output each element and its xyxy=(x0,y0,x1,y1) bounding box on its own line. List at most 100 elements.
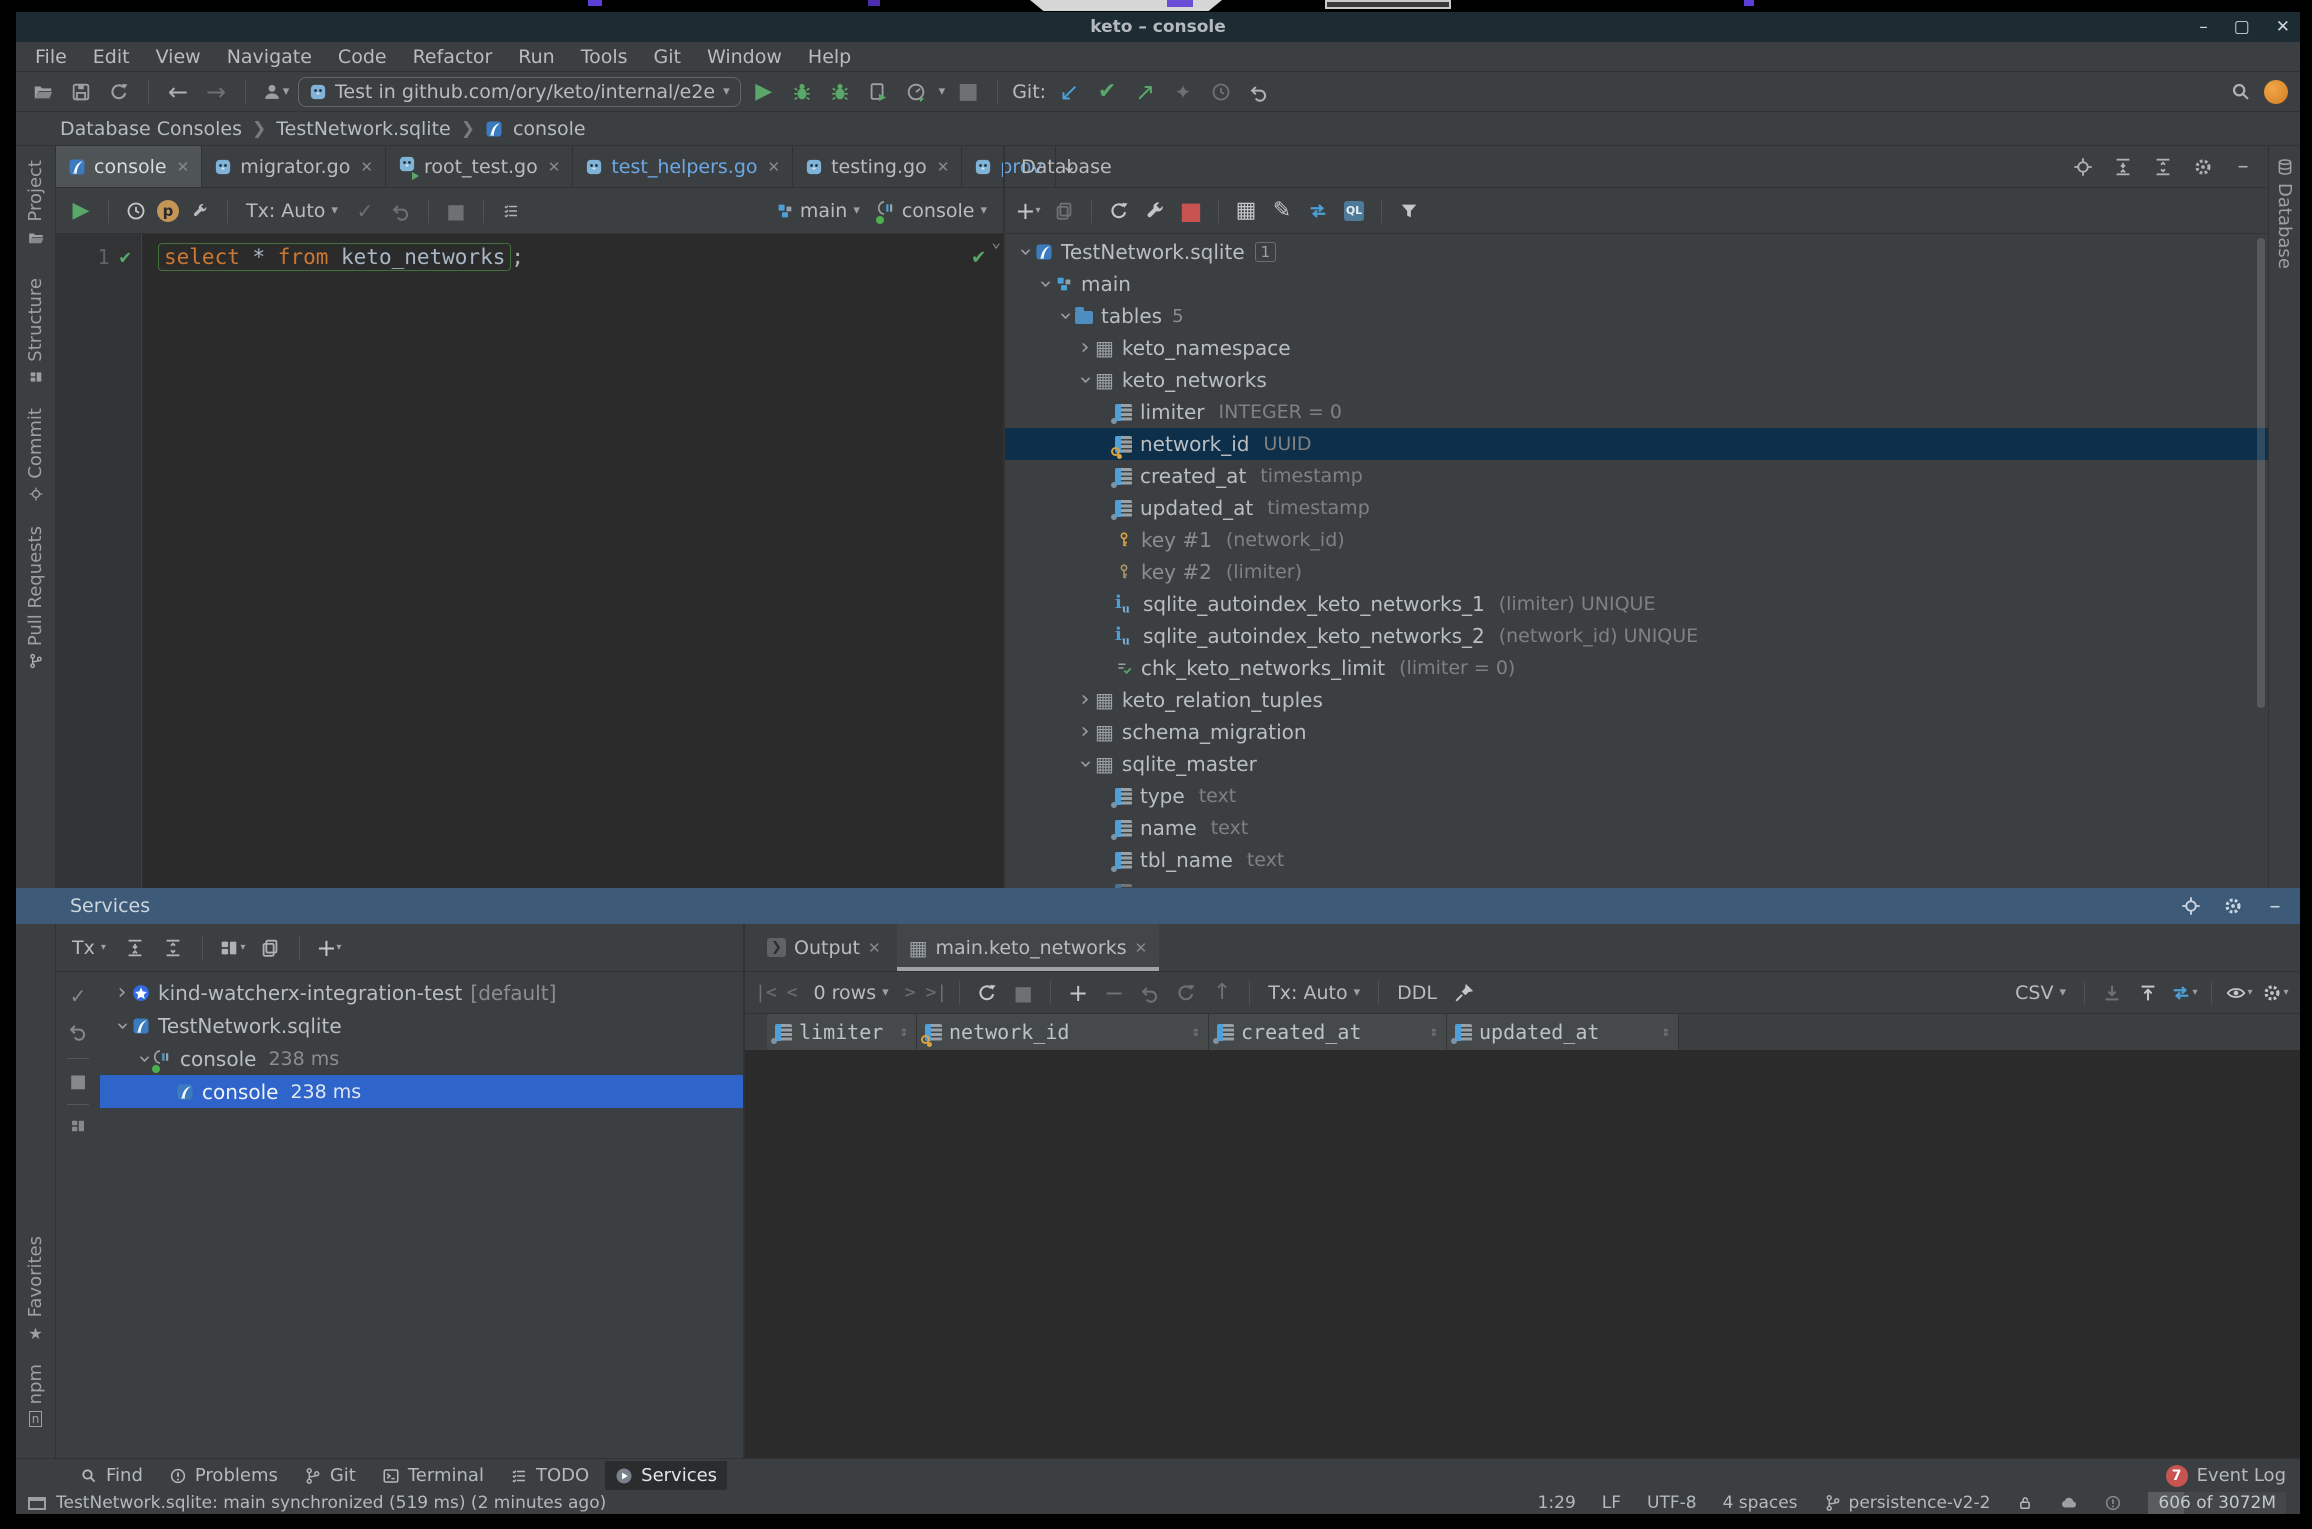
submit-icon[interactable] xyxy=(1171,978,1201,1008)
menu-code[interactable]: Code xyxy=(325,42,400,71)
tx-mode-select[interactable]: Tx: Auto ▾ xyxy=(1262,982,1366,1004)
git-rollback-icon[interactable] xyxy=(1244,77,1274,107)
tree-row-main[interactable]: › main xyxy=(1005,268,2268,300)
close-icon[interactable]: ✕ xyxy=(177,158,190,176)
status-item-4-spaces[interactable]: 4 spaces xyxy=(1723,1493,1798,1513)
chevron-icon[interactable]: › xyxy=(112,981,132,1003)
stop-icon[interactable]: ■ xyxy=(1008,978,1038,1008)
first-page-icon[interactable]: |< xyxy=(755,982,777,1003)
export-format-select[interactable]: CSV ▾ xyxy=(2009,982,2072,1004)
hide-panel-icon[interactable]: – xyxy=(2260,891,2290,921)
service-row-kind-watcherx-integration-test[interactable]: › kind-watcherx-integration-test [default] xyxy=(100,976,743,1009)
sidebar-item-structure[interactable]: Structure xyxy=(16,278,55,385)
service-row-console[interactable]: › console 238 ms xyxy=(100,1042,743,1075)
close-icon[interactable]: ✕ xyxy=(937,158,950,176)
column-header-created_at[interactable]: created_at ⇕ xyxy=(1209,1014,1447,1050)
layout-icon[interactable] xyxy=(69,1117,87,1139)
open-in-new-tab-icon[interactable] xyxy=(255,933,285,963)
scrollbar-thumb[interactable] xyxy=(2257,238,2265,708)
toolwindow-button-todo[interactable]: TODO xyxy=(500,1461,599,1490)
gear-icon[interactable] xyxy=(2218,891,2248,921)
git-commit-icon[interactable]: ✔ xyxy=(1092,77,1122,107)
chevron-icon[interactable]: › xyxy=(110,1016,135,1036)
profile-avatar[interactable] xyxy=(2264,79,2288,104)
pin-icon[interactable] xyxy=(1449,978,1479,1008)
run-with-profiler-icon[interactable] xyxy=(901,77,931,107)
tree-row-network_id[interactable]: ›network_idUUID xyxy=(1005,428,2268,460)
breadcrumb-console[interactable]: console xyxy=(513,118,586,140)
add-row-icon[interactable]: + xyxy=(1063,978,1093,1008)
menu-view[interactable]: View xyxy=(143,42,214,71)
tree-row-limiter[interactable]: ›limiterINTEGER = 0 xyxy=(1005,396,2268,428)
service-row-TestNetwork-sqlite[interactable]: › TestNetwork.sqlite xyxy=(100,1009,743,1042)
menu-window[interactable]: Window xyxy=(694,42,795,71)
column-header-limiter[interactable]: limiter ⇕ xyxy=(767,1014,917,1050)
sort-icon[interactable]: ⇕ xyxy=(1430,1024,1438,1040)
group-by-icon[interactable]: ▾ xyxy=(217,933,247,963)
commit-check-icon[interactable]: ✓ xyxy=(70,984,87,1008)
locate-icon[interactable] xyxy=(2068,152,2098,182)
delete-row-icon[interactable]: − xyxy=(1099,978,1129,1008)
run-icon[interactable]: ▶ xyxy=(749,77,779,107)
download-icon[interactable] xyxy=(2097,978,2127,1008)
ddl-button[interactable]: DDL xyxy=(1391,982,1443,1004)
tab-testing-go[interactable]: testing.go ✕ xyxy=(793,146,963,187)
menu-file[interactable]: File xyxy=(22,42,80,71)
close-icon[interactable]: ✕ xyxy=(548,158,561,176)
close-icon[interactable]: ✕ xyxy=(768,158,781,176)
sort-icon[interactable]: ⇕ xyxy=(900,1024,908,1040)
sidebar-item-commit[interactable]: Commit xyxy=(16,408,55,502)
grid-data-area[interactable] xyxy=(745,1050,2300,1458)
chevron-right-icon[interactable]: › xyxy=(1075,337,1095,359)
sync-arrows-icon[interactable] xyxy=(1303,196,1333,226)
column-header-updated_at[interactable]: updated_at ⇕ xyxy=(1447,1014,1679,1050)
prev-page-icon[interactable]: < xyxy=(787,982,798,1003)
reload-icon[interactable] xyxy=(972,978,1002,1008)
status-item-UTF-8[interactable]: UTF-8 xyxy=(1647,1493,1697,1513)
tab-Output[interactable]: ❯ Output ✕ xyxy=(755,924,893,971)
tree-row-key-1[interactable]: ›key #1(network_id) xyxy=(1005,524,2268,556)
toolwindow-button-find[interactable]: Find xyxy=(70,1461,153,1490)
tab-main-keto_networks[interactable]: ▦ main.keto_networks ✕ xyxy=(896,924,1160,971)
hide-panel-icon[interactable]: – xyxy=(2228,152,2258,182)
git-history-icon[interactable] xyxy=(1206,77,1236,107)
minimize-icon[interactable]: – xyxy=(2199,17,2208,37)
collapse-all-icon[interactable] xyxy=(158,933,188,963)
commit-check-icon[interactable]: ✓ xyxy=(350,196,380,226)
locate-icon[interactable] xyxy=(2176,891,2206,921)
chevron-right-icon[interactable]: › xyxy=(1075,721,1095,743)
tree-row-created_at[interactable]: ›created_attimestamp xyxy=(1005,460,2268,492)
tree-row-key-2[interactable]: ›key #2(limiter) xyxy=(1005,556,2268,588)
tree-row-sqlite_autoindex_keto_networks_1[interactable]: ›iusqlite_autoindex_keto_networks_1(limi… xyxy=(1005,588,2268,620)
settings-wrench-icon[interactable] xyxy=(185,196,215,226)
tree-row-sqlite_autoindex_keto_networks_2[interactable]: ›iusqlite_autoindex_keto_networks_2(netw… xyxy=(1005,620,2268,652)
user-icon[interactable]: ▾ xyxy=(260,77,290,107)
sidebar-item-database[interactable]: Database xyxy=(2269,158,2300,269)
chevron-right-icon[interactable]: › xyxy=(1075,689,1095,711)
tree-row-tables[interactable]: › tables 5 xyxy=(1005,300,2268,332)
sort-icon[interactable]: ⇕ xyxy=(1662,1024,1670,1040)
git-cherry-pick-icon[interactable]: ✦ xyxy=(1168,77,1198,107)
coverage-icon[interactable] xyxy=(825,77,855,107)
sql-editor[interactable]: 1 ✔ select * from keto_networks; ✔ ⌄ xyxy=(56,234,1003,888)
view-options-icon[interactable]: ▾ xyxy=(2224,978,2254,1008)
maximize-icon[interactable]: ▢ xyxy=(2234,17,2250,37)
chevron-icon[interactable]: › xyxy=(132,1049,157,1069)
tree-row-type[interactable]: ›typetext xyxy=(1005,780,2268,812)
stop-icon[interactable]: ■ xyxy=(953,77,983,107)
code-line[interactable]: select * from keto_networks; xyxy=(142,234,524,888)
back-icon[interactable]: ← xyxy=(163,77,193,107)
toolwindow-button-problems[interactable]: Problems xyxy=(159,1461,288,1490)
chevron-down-icon[interactable]: › xyxy=(1033,274,1058,294)
tx-select[interactable]: Tx ▾ xyxy=(66,937,112,959)
status-item-1-29[interactable]: 1:29 xyxy=(1538,1493,1576,1513)
tab-console[interactable]: console ✕ xyxy=(56,146,203,187)
tree-row-keto_relation_tuples[interactable]: › ▦ keto_relation_tuples xyxy=(1005,684,2268,716)
column-header-network_id[interactable]: network_id ⇕ xyxy=(917,1014,1209,1050)
event-log-button[interactable]: 7 Event Log xyxy=(2165,1464,2286,1487)
filter-icon[interactable] xyxy=(1394,196,1424,226)
status-item[interactable] xyxy=(2016,1494,2034,1512)
rollback-icon[interactable] xyxy=(67,1020,89,1046)
edit-icon[interactable]: ✎ xyxy=(1267,196,1297,226)
sync-arrows-icon[interactable]: ▾ xyxy=(2169,978,2199,1008)
